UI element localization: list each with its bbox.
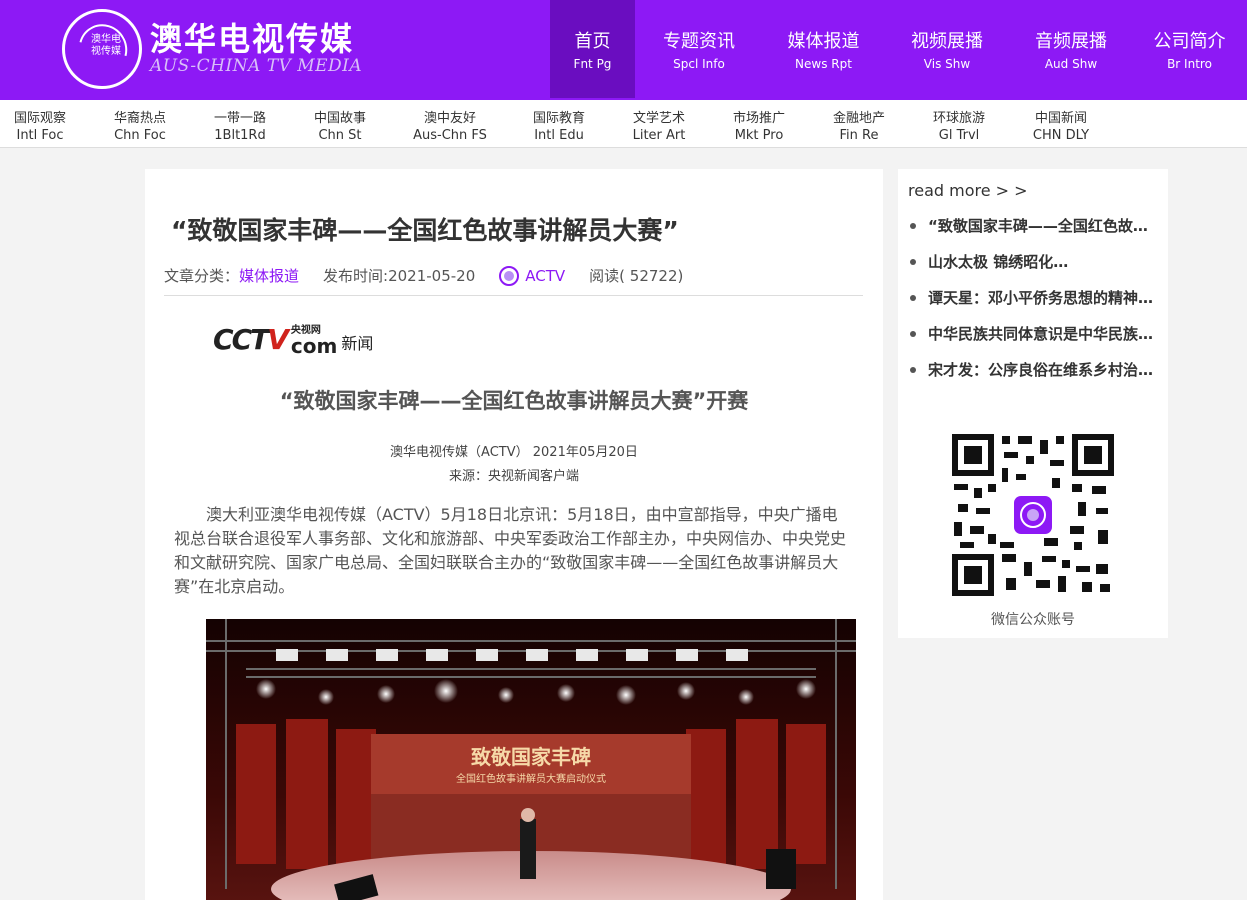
related-article-item[interactable]: 宋才发：公序良俗在维系乡村治理中的作用 [908,359,1158,395]
nav-label-en: Vis Shw [923,57,971,71]
meta-divider [164,295,863,296]
subnav-label-cn: 国际教育 [532,111,585,126]
subnav-label-en: 1Blt1Rd [214,128,266,143]
nav-label-en: Aud Shw [1044,57,1098,71]
subnav-label-cn: 中国新闻 [1034,111,1087,126]
subnav-label-en: CHN DLY [1032,128,1090,143]
qr-caption: 微信公众账号 [991,612,1075,628]
subnav-label-en: Chn Foc [114,128,166,143]
site-header: 澳华电视传媒 澳华电视传媒 AUS-CHINA TV MEDIA 首页 Fnt … [0,0,1247,98]
subnav-label-cn: 国际观察 [14,111,67,126]
article-panel: “致敬国家丰碑——全国红色故事讲解员大赛” 文章分类： 媒体报道 发布时间:20… [145,169,883,900]
nav-label-cn: 视频展播 [911,31,983,52]
subnav-label-en: Gl Trvl [938,128,980,143]
subnav-item-intl-education[interactable]: 国际教育 Intl Edu [531,107,587,143]
photo-banner-subtitle: 全国红色故事讲解员大赛启动仪式 [456,772,606,785]
nav-label-en: News Rpt [795,57,852,71]
related-article-item[interactable]: 谭天星：邓小平侨务思想的精神实质 [908,287,1158,323]
subnav-item-literature-art[interactable]: 文学艺术 Liter Art [628,107,690,143]
nav-label-cn: 专题资讯 [663,31,735,52]
nav-item-company-intro[interactable]: 公司简介 Br Intro [1132,0,1247,98]
nav-item-special-info[interactable]: 专题资讯 Spcl Info [635,0,763,98]
nav-item-audio-show[interactable]: 音频展播 Aud Shw [1010,0,1132,98]
nav-label-cn: 公司简介 [1153,31,1226,52]
subnav-item-china-story[interactable]: 中国故事 Chn St [312,107,368,143]
brand-name-en: AUS-CHINA TV MEDIA [150,56,363,76]
article-body: 澳大利亚澳华电视传媒（ACTV）5月18日北京讯：5月18日，由中宣部指导，中央… [174,505,847,596]
subnav-label-en: Aus-Chn FS [413,128,487,143]
subnav-label-cn: 一带一路 [213,111,266,126]
subnav-item-aus-chn-friendship[interactable]: 澳中友好 Aus-Chn FS [410,107,490,143]
read-more-link[interactable]: read more > > [908,181,1028,200]
nav-item-news-report[interactable]: 媒体报道 News Rpt [763,0,884,98]
article-origin-line: 来源：央视新闻客户端 [448,469,579,484]
article-source-line: 澳华电视传媒（ACTV） 2021年05月20日 [390,445,638,460]
related-article-item[interactable]: “致敬国家丰碑——全国红色故事讲解员大赛” [908,215,1158,251]
subnav-label-en: Intl Edu [534,128,584,143]
category-nav: 国际观察 Intl Foc 华裔热点 Chn Foc 一带一路 1Blt1Rd 中国故… [0,98,1247,148]
related-articles-list: “致敬国家丰碑——全国红色故事讲解员大赛” 山水太极 锦绣昭化… 谭天星：邓小平… [908,215,1158,395]
photo-banner-title: 致敬国家丰碑 [471,745,591,769]
site-logo[interactable]: 澳华电视传媒 [62,9,142,89]
nav-label-en: Br Intro [1167,57,1212,71]
sidebar-panel: read more > > “致敬国家丰碑——全国红色故事讲解员大赛” 山水太极… [898,169,1168,638]
article-meta: 文章分类： 媒体报道 发布时间:2021-05-20 ACTV 阅读( 5272… [164,265,683,286]
nav-label-cn: 音频展播 [1035,31,1107,52]
article-title: “致敬国家丰碑——全国红色故事讲解员大赛” [171,216,679,245]
wechat-qr-code [952,434,1114,596]
subnav-label-en: Chn St [318,128,362,143]
subnav-label-en: Liter Art [632,128,686,143]
publish-date: 发布时间:2021-05-20 [323,267,476,285]
subnav-label-cn: 文学艺术 [632,111,685,126]
subnav-item-marketing[interactable]: 市场推广 Mkt Pro [730,107,788,143]
related-article-item[interactable]: 山水太极 锦绣昭化… [908,251,1158,287]
article-photo: 致敬国家丰碑 全国红色故事讲解员大赛启动仪式 [206,619,856,900]
nav-item-video-show[interactable]: 视频展播 Vis Shw [884,0,1010,98]
logo-text: 澳华电视传媒 [91,34,121,57]
nav-item-home[interactable]: 首页 Fnt Pg [550,0,635,98]
cctv-news-logo: CCTV 央视网 com 新闻 [213,321,373,356]
stage-photo-illustration: 致敬国家丰碑 全国红色故事讲解员大赛启动仪式 [206,619,856,900]
subnav-label-cn: 市场推广 [732,111,785,126]
subnav-item-global-travel[interactable]: 环球旅游 Gl Trvl [930,107,988,143]
nav-label-cn: 首页 [574,31,611,52]
cctv-logo-com: com [290,334,338,358]
related-article-item[interactable]: 中华民族共同体意识是中华民族的精神纽带 [908,323,1158,359]
subnav-label-cn: 金融地产 [832,111,885,126]
article-subtitle: “致敬国家丰碑——全国红色故事讲解员大赛”开赛 [279,389,749,413]
subnav-item-china-news[interactable]: 中国新闻 CHN DLY [1030,107,1092,143]
brand-name-cn: 澳华电视传媒 [150,20,355,58]
subnav-label-en: Mkt Pro [734,128,784,143]
cctv-wordmark: CCTV [213,323,289,356]
subnav-label-cn: 中国故事 [313,111,366,126]
category-label: 文章分类： [164,267,240,285]
subnav-item-finance-realestate[interactable]: 金融地产 Fin Re [830,107,888,143]
subnav-label-cn: 环球旅游 [932,111,985,126]
author-name: ACTV [525,266,566,285]
subnav-label-en: Intl Foc [16,128,64,143]
main-nav: 首页 Fnt Pg 专题资讯 Spcl Info 媒体报道 News Rpt 视… [550,0,1247,98]
qr-code-icon [952,434,1114,596]
read-count: 阅读( 52722) [589,267,684,285]
nav-label-cn: 媒体报道 [787,31,860,52]
subnav-label-en: Fin Re [839,128,879,143]
subnav-label-cn: 华裔热点 [113,111,166,126]
subnav-item-chinese-focus[interactable]: 华裔热点 Chn Foc [112,107,168,143]
category-link[interactable]: 媒体报道 [239,265,299,286]
nav-label-en: Spcl Info [673,57,725,71]
subnav-item-belt-road[interactable]: 一带一路 1Blt1Rd [212,107,268,143]
subnav-item-intl-focus[interactable]: 国际观察 Intl Foc [14,107,66,143]
nav-label-en: Fnt Pg [573,57,612,71]
subnav-label-cn: 澳中友好 [423,111,476,126]
cctv-logo-news: 新闻 [341,334,374,353]
actv-logo-icon [499,265,520,286]
